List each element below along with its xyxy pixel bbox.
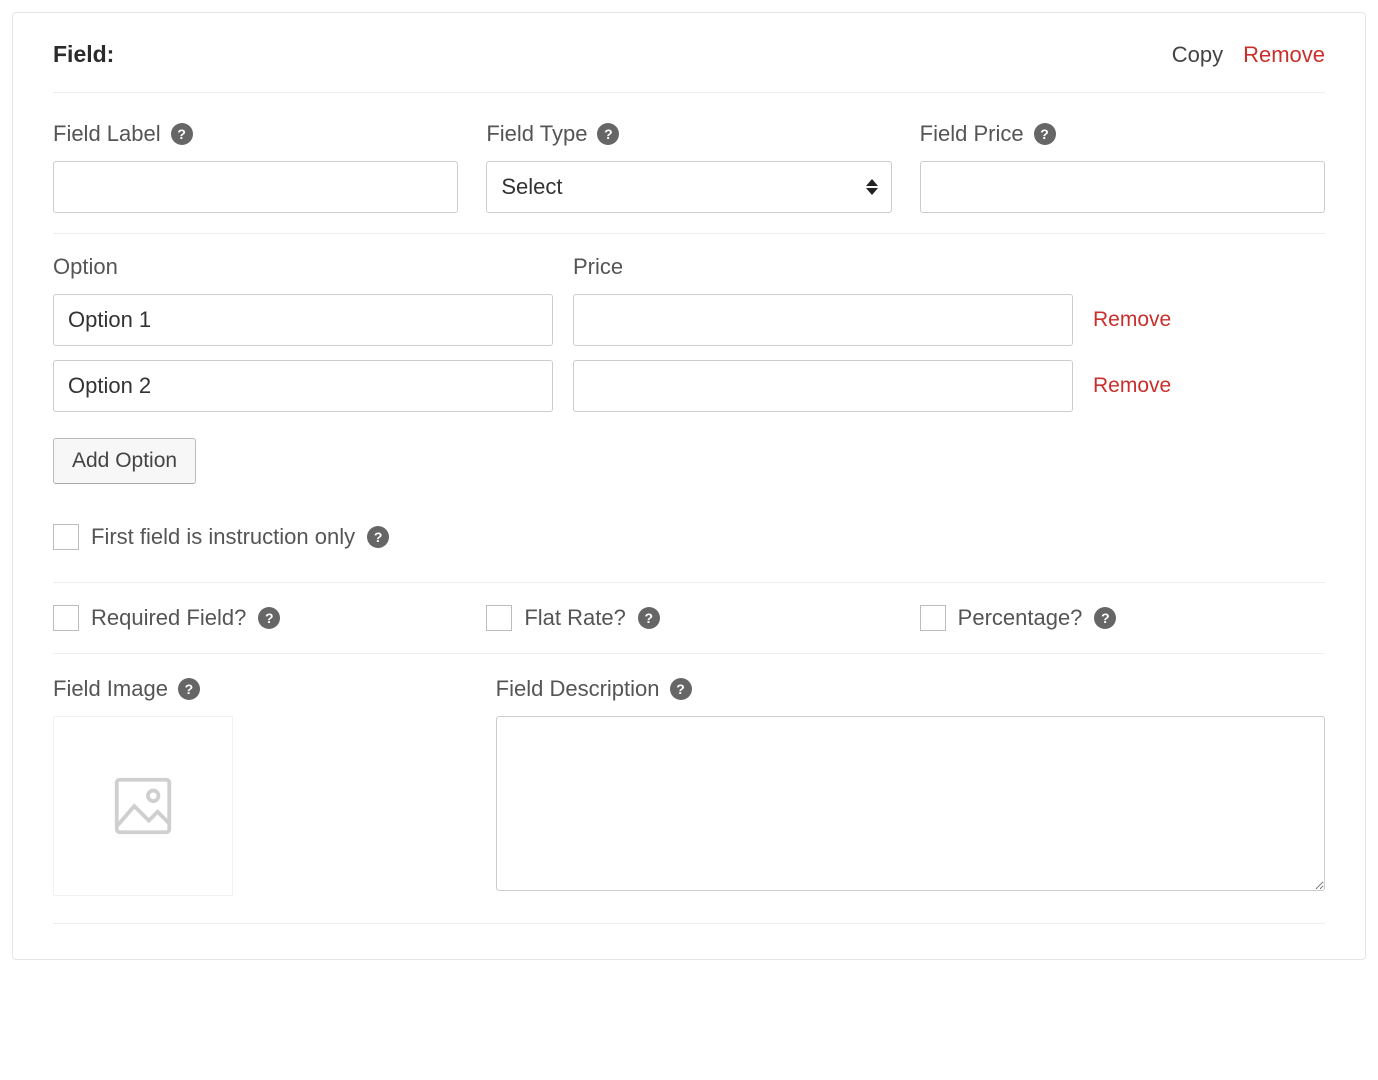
field-main-row: Field Label ? Field Type ? Field Price ? [53, 121, 1325, 234]
field-editor-panel: Field: Copy Remove Field Label ? Field T… [12, 12, 1366, 960]
percentage-checkbox[interactable] [920, 605, 946, 631]
remove-field-link[interactable]: Remove [1243, 42, 1325, 68]
help-icon[interactable]: ? [171, 123, 193, 145]
instruction-check-line: First field is instruction only ? [53, 524, 1325, 550]
option-name-input[interactable] [53, 360, 553, 412]
required-check-line: Required Field? ? [53, 605, 458, 631]
help-icon[interactable]: ? [367, 526, 389, 548]
option-name-input[interactable] [53, 294, 553, 346]
field-type-group: Field Type ? [486, 121, 891, 213]
options-table: Option Price Remove Remove [53, 254, 1325, 412]
copy-field-link[interactable]: Copy [1172, 42, 1223, 68]
help-icon[interactable]: ? [597, 123, 619, 145]
help-icon[interactable]: ? [258, 607, 280, 629]
percentage-label: Percentage? [958, 605, 1083, 631]
price-column-header: Price [573, 254, 1073, 280]
instruction-checkbox[interactable] [53, 524, 79, 550]
field-type-select[interactable] [486, 161, 891, 213]
label-text: Field Label [53, 121, 161, 147]
panel-header: Field: Copy Remove [53, 41, 1325, 93]
image-placeholder[interactable] [53, 716, 233, 896]
field-description-textarea[interactable] [496, 716, 1325, 891]
required-checkbox[interactable] [53, 605, 79, 631]
required-label: Required Field? [91, 605, 246, 631]
field-description-label: Field Description ? [496, 676, 1325, 702]
label-text: Field Description [496, 676, 660, 702]
help-icon[interactable]: ? [178, 678, 200, 700]
label-text: Field Image [53, 676, 168, 702]
flags-row: Required Field? ? Flat Rate? ? Percentag… [53, 583, 1325, 654]
instruction-label: First field is instruction only [91, 524, 355, 550]
field-price-group: Field Price ? [920, 121, 1325, 213]
label-text: Field Type [486, 121, 587, 147]
field-type-select-wrap [486, 161, 891, 213]
panel-title: Field: [53, 41, 114, 68]
help-icon[interactable]: ? [670, 678, 692, 700]
field-label-input[interactable] [53, 161, 458, 213]
option-column-header: Option [53, 254, 553, 280]
field-description-group: Field Description ? [496, 676, 1325, 897]
remove-option-link[interactable]: Remove [1093, 374, 1325, 398]
field-image-label: Field Image ? [53, 676, 468, 702]
field-image-group: Field Image ? [53, 676, 468, 897]
instruction-row: First field is instruction only ? [53, 524, 1325, 583]
field-label-group: Field Label ? [53, 121, 458, 213]
option-price-input[interactable] [573, 360, 1073, 412]
add-option-wrap: Add Option [53, 438, 1325, 484]
remove-option-link[interactable]: Remove [1093, 308, 1325, 332]
help-icon[interactable]: ? [638, 607, 660, 629]
help-icon[interactable]: ? [1094, 607, 1116, 629]
field-type-label: Field Type ? [486, 121, 891, 147]
field-label-label: Field Label ? [53, 121, 458, 147]
add-option-button[interactable]: Add Option [53, 438, 196, 484]
image-icon [108, 771, 178, 841]
field-price-input[interactable] [920, 161, 1325, 213]
help-icon[interactable]: ? [1034, 123, 1056, 145]
label-text: Field Price [920, 121, 1024, 147]
flat-rate-checkbox[interactable] [486, 605, 512, 631]
divider [53, 923, 1325, 924]
field-price-label: Field Price ? [920, 121, 1325, 147]
flat-rate-check-line: Flat Rate? ? [486, 605, 891, 631]
header-actions: Copy Remove [1172, 42, 1325, 68]
option-price-input[interactable] [573, 294, 1073, 346]
bottom-row: Field Image ? Field Description ? [53, 654, 1325, 897]
percentage-check-line: Percentage? ? [920, 605, 1325, 631]
flat-rate-label: Flat Rate? [524, 605, 626, 631]
